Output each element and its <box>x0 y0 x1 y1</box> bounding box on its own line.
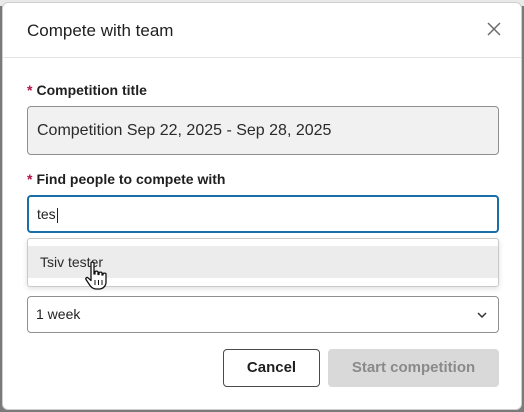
dialog-header: Compete with team <box>3 3 521 58</box>
close-button[interactable] <box>485 20 503 38</box>
dialog-title: Compete with team <box>27 21 174 40</box>
cancel-button[interactable]: Cancel <box>223 349 320 387</box>
start-competition-button[interactable]: Start competition <box>328 349 499 387</box>
find-people-label: * Find people to compete with <box>27 171 226 187</box>
suggestions-dropdown: Tsiv tester <box>27 238 499 287</box>
required-marker: * <box>27 171 33 187</box>
find-people-value: tes <box>37 206 56 222</box>
required-marker: * <box>27 82 33 98</box>
competition-title-label: * Competition title <box>27 82 147 98</box>
compete-dialog: Compete with team * Competition title Com… <box>2 2 522 410</box>
chevron-down-icon <box>476 309 488 321</box>
duration-select[interactable]: 1 week <box>27 296 499 333</box>
find-people-input[interactable]: tes <box>27 195 499 233</box>
duration-selected-value: 1 week <box>36 306 81 322</box>
text-caret <box>56 207 58 223</box>
close-icon <box>487 22 501 36</box>
suggestion-item[interactable]: Tsiv tester <box>28 246 498 278</box>
competition-title-field[interactable]: Competition Sep 22, 2025 - Sep 28, 2025 <box>27 106 499 155</box>
